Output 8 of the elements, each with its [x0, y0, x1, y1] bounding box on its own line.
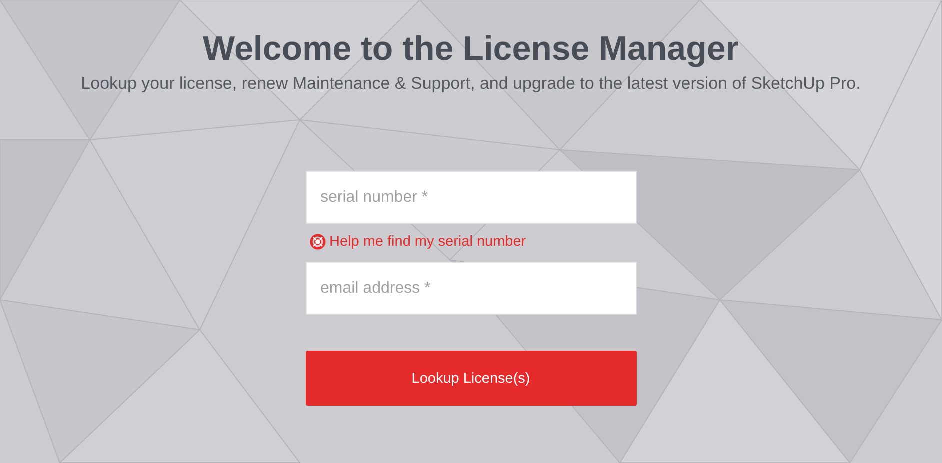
page-title: Welcome to the License Manager [203, 29, 739, 70]
help-link[interactable]: Help me find my serial number [310, 232, 526, 252]
serial-number-field[interactable]: serial number * [306, 171, 636, 224]
page-subtitle: Lookup your license, renew Maintenance & Support, and upgrade to the latest version of SketchUp Pro. [81, 73, 861, 95]
lookup-license-button[interactable]: Lookup License(s) [306, 351, 636, 406]
email-address-field[interactable]: email address * [306, 262, 636, 315]
lifebuoy-icon [310, 234, 326, 250]
help-link-text[interactable]: Help me find my serial number [330, 234, 526, 250]
